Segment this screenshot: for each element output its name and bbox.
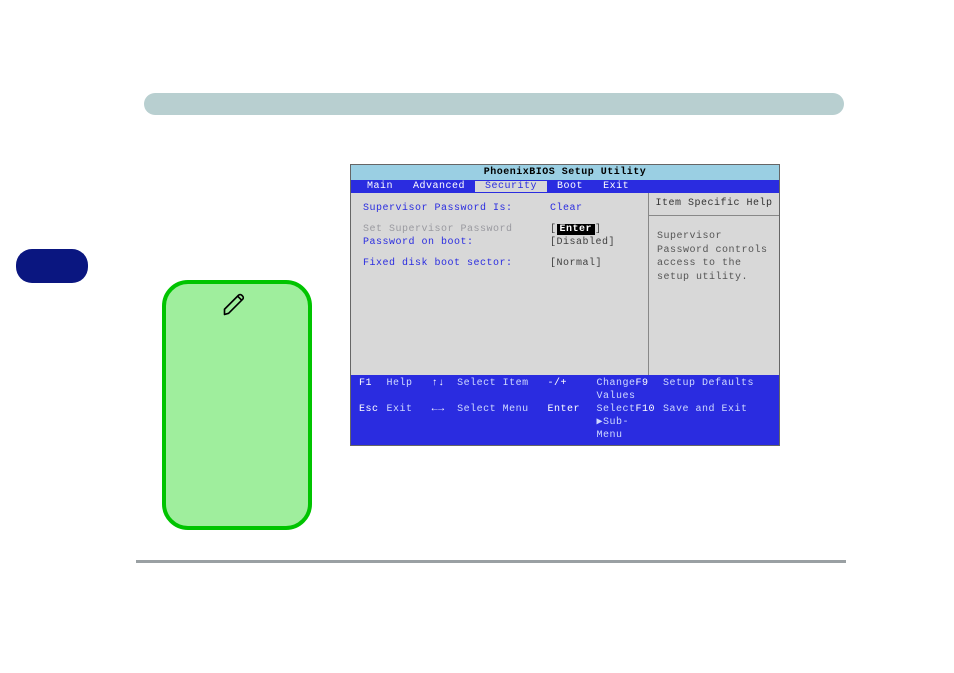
footer-action-select-menu: Select Menu xyxy=(457,403,547,442)
label-set-supervisor-password: Set Supervisor Password xyxy=(363,224,550,235)
row-password-on-boot[interactable]: Password on boot: [Disabled] xyxy=(363,237,638,248)
bios-help-pane: Item Specific Help Supervisor Password c… xyxy=(649,193,779,375)
footer-op-plusminus: -/+ xyxy=(547,377,596,403)
tab-security[interactable]: Security xyxy=(475,181,547,192)
value-supervisor-password: Clear xyxy=(550,203,638,214)
label-supervisor-password: Supervisor Password Is: xyxy=(363,203,550,214)
tab-exit[interactable]: Exit xyxy=(593,181,639,192)
help-title: Item Specific Help xyxy=(649,193,779,216)
footer-op-enter: Enter xyxy=(547,403,596,442)
footer-right-save-and-exit: Save and Exit xyxy=(663,403,771,442)
side-badge xyxy=(16,249,88,283)
footer-key-esc: Esc xyxy=(359,403,386,442)
bios-settings-pane: Supervisor Password Is: Clear Set Superv… xyxy=(351,193,649,375)
value-fixed-disk-boot-sector: [Normal] xyxy=(550,258,638,269)
bottom-divider xyxy=(136,560,846,563)
footer-ops-change-values: Change Values xyxy=(597,377,636,403)
bios-footer: F1 Help ↑↓ Select Item -/+ Change Values… xyxy=(351,375,779,445)
label-fixed-disk-boot-sector: Fixed disk boot sector: xyxy=(363,258,550,269)
tab-boot[interactable]: Boot xyxy=(547,181,593,192)
value-password-on-boot: [Disabled] xyxy=(550,237,638,248)
top-banner-rule xyxy=(144,93,844,115)
bios-body: Supervisor Password Is: Clear Set Superv… xyxy=(351,193,779,375)
footer-key-f1: F1 xyxy=(359,377,386,403)
footer-key-f9: F9 xyxy=(636,377,663,403)
tab-advanced[interactable]: Advanced xyxy=(403,181,475,192)
footer-key-f10: F10 xyxy=(636,403,663,442)
help-body: Supervisor Password controls access to t… xyxy=(649,216,779,298)
footer-row-1: F1 Help ↑↓ Select Item -/+ Change Values… xyxy=(359,377,771,403)
pen-icon xyxy=(221,290,249,318)
enter-key-icon: Enter xyxy=(557,224,596,235)
bios-title: PhoenixBIOS Setup Utility xyxy=(351,165,779,180)
note-box xyxy=(162,280,312,530)
bios-window: PhoenixBIOS Setup Utility Main Advanced … xyxy=(350,164,780,446)
footer-row-2: Esc Exit ←→ Select Menu Enter Select ▶Su… xyxy=(359,403,771,442)
footer-arrows-updown: ↑↓ xyxy=(432,377,458,403)
footer-right-setup-defaults: Setup Defaults xyxy=(663,377,771,403)
value-set-supervisor-password: [Enter] xyxy=(550,224,638,235)
row-supervisor-password: Supervisor Password Is: Clear xyxy=(363,203,638,214)
footer-label-exit: Exit xyxy=(386,403,431,442)
bios-menu: Main Advanced Security Boot Exit xyxy=(351,180,779,193)
tab-main[interactable]: Main xyxy=(357,181,403,192)
label-password-on-boot: Password on boot: xyxy=(363,237,550,248)
row-fixed-disk-boot-sector[interactable]: Fixed disk boot sector: [Normal] xyxy=(363,258,638,269)
footer-arrows-leftright: ←→ xyxy=(432,403,458,442)
row-set-supervisor-password[interactable]: Set Supervisor Password [Enter] xyxy=(363,224,638,235)
footer-ops-select-submenu: Select ▶Sub-Menu xyxy=(597,403,636,442)
footer-label-help: Help xyxy=(386,377,431,403)
footer-action-select-item: Select Item xyxy=(457,377,547,403)
